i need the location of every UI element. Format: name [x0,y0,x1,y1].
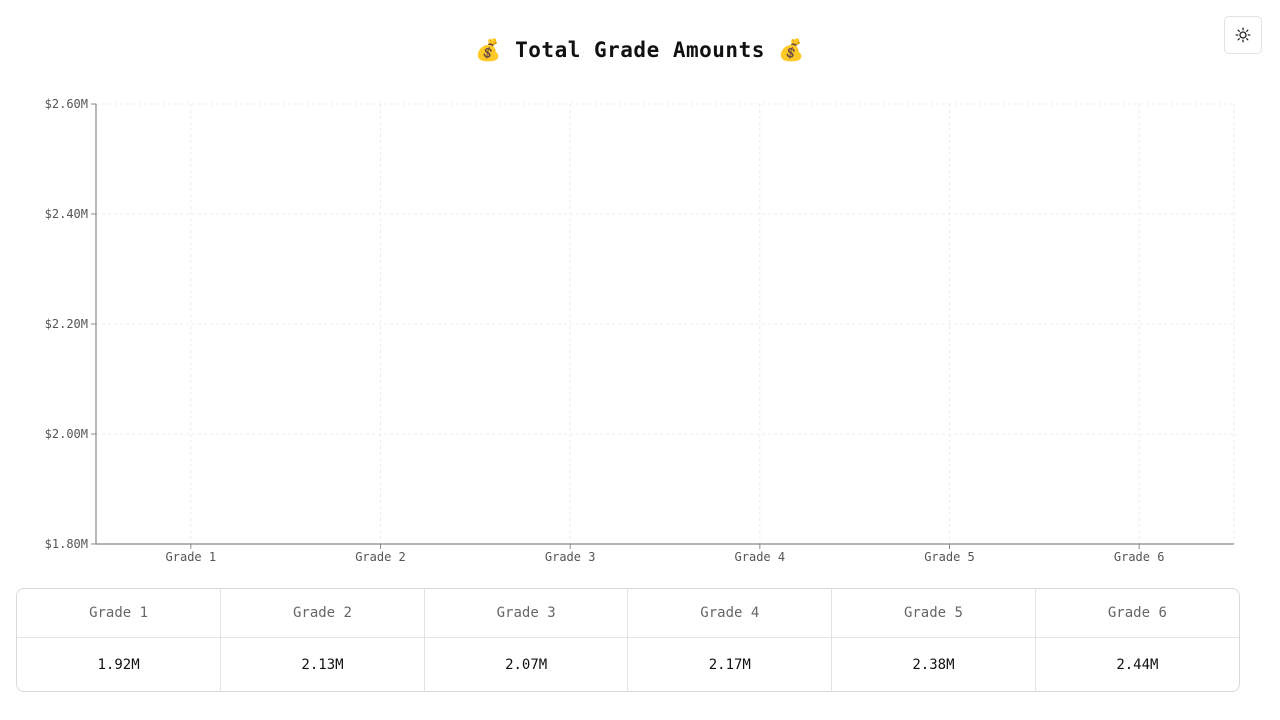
table-header-cell: Grade 5 [831,589,1036,638]
x-tick-label: Grade 2 [355,550,406,564]
summary-table: Grade 1 Grade 2 Grade 3 Grade 4 Grade 5 … [16,588,1240,692]
table-cell: 2.17M [627,637,833,691]
x-tick-label: Grade 3 [545,550,596,564]
table-row: 1.92M 2.13M 2.07M 2.17M 2.38M 2.44M [17,637,1239,691]
table-header-cell: Grade 2 [220,589,425,638]
y-tick-label: $1.80M [45,537,88,551]
table-header-cell: Grade 4 [627,589,833,638]
table-header-cell: Grade 3 [424,589,629,638]
x-tick-label: Grade 1 [166,550,217,564]
x-tick-label: Grade 6 [1114,550,1165,564]
y-tick-label: $2.00M [45,427,88,441]
bar-chart: $1.80M $2.00M $2.20M $2.40M $2.60M Grade 1 Gra… [45,97,1235,564]
table-cell: 2.07M [424,637,629,691]
y-tick-label: $2.40M [45,207,88,221]
x-tick-label: Grade 4 [735,550,786,564]
table-cell: 1.92M [17,637,222,691]
table-cell: 2.38M [831,637,1036,691]
table-header-row: Grade 1 Grade 2 Grade 3 Grade 4 Grade 5 … [17,589,1239,638]
x-tick-label: Grade 5 [924,550,975,564]
table-cell: 2.44M [1116,657,1159,673]
table-header-cell: Grade 6 [1035,589,1239,638]
y-tick-label: $2.60M [45,97,88,111]
table-cell: 2.13M [220,637,425,691]
table-header-cell: Grade 1 [17,589,222,638]
y-tick-label: $2.20M [45,317,88,331]
